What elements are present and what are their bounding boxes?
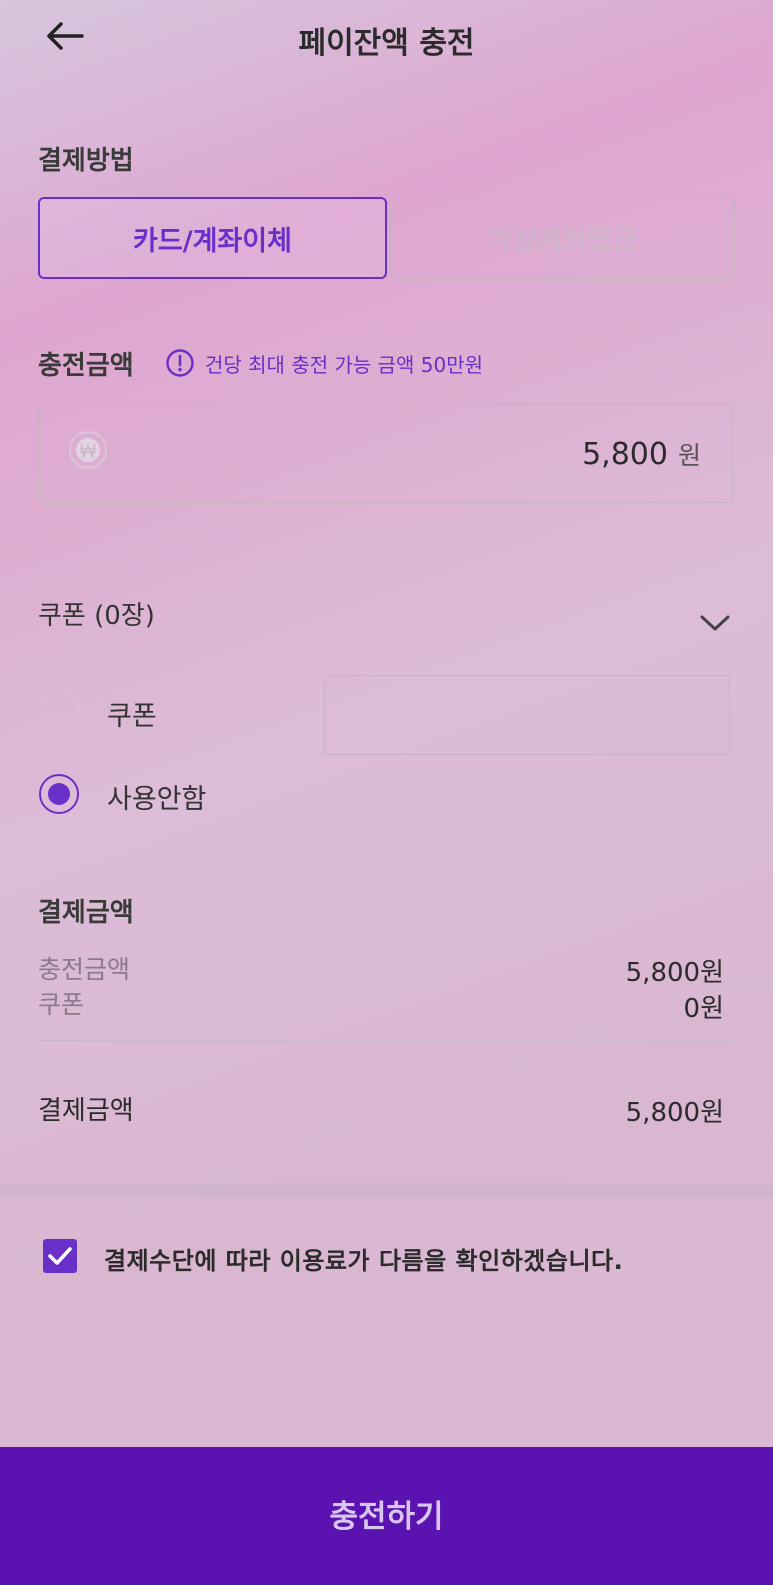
coupon-label: 쿠폰 (0장) <box>38 601 155 631</box>
radio-selected-dot <box>48 783 70 805</box>
charge-submit-button[interactable]: 충전하기 <box>0 1447 773 1585</box>
coupon-radio-label: 쿠폰 <box>107 701 157 732</box>
won-icon <box>69 431 107 469</box>
coupon-input[interactable] <box>324 675 730 755</box>
charge-submit-label: 충전하기 <box>329 1499 444 1535</box>
coupon-radio[interactable] <box>39 690 79 730</box>
checkmark-icon <box>48 1247 72 1265</box>
tab-card-transfer-label: 카드/계좌이체 <box>133 225 292 257</box>
summary-coupon-value: 0원 <box>683 994 724 1024</box>
tab-virtual-account-label: 가상계좌입금 <box>487 225 638 257</box>
summary-title: 결제금액 <box>38 898 134 928</box>
tab-card-transfer[interactable]: 카드/계좌이체 <box>38 197 387 279</box>
charge-amount-display: 5,800 원 <box>582 436 701 472</box>
total-label: 결제금액 <box>38 1096 134 1126</box>
chevron-down-icon[interactable] <box>698 612 732 634</box>
total-value: 5,800원 <box>625 1098 724 1128</box>
info-icon <box>166 349 194 377</box>
charge-amount-value: 5,800 <box>582 437 668 472</box>
summary-coupon-label: 쿠폰 <box>38 990 85 1019</box>
no-coupon-radio-label: 사용안함 <box>107 784 207 815</box>
no-coupon-radio[interactable] <box>39 774 79 814</box>
agreement-text: 결제수단에 따라 이용료가 다름을 확인하겠습니다. <box>104 1247 624 1275</box>
section-separator <box>0 1183 773 1197</box>
agreement-checkbox[interactable] <box>43 1239 77 1273</box>
max-amount-info: 건당 최대 충전 가능 금액 50만원 <box>165 348 483 378</box>
summary-charge-label: 충전금액 <box>38 955 131 984</box>
max-amount-text: 건당 최대 충전 가능 금액 50만원 <box>205 352 484 377</box>
page-title: 페이잔액 충전 <box>298 26 475 61</box>
charge-amount-label: 충전금액 <box>38 351 134 381</box>
payment-method-label: 결제방법 <box>38 146 134 176</box>
charge-amount-unit: 원 <box>677 441 701 470</box>
tab-virtual-account[interactable]: 가상계좌입금 <box>390 197 735 279</box>
summary-divider <box>38 1040 733 1041</box>
summary-charge-value: 5,800원 <box>625 958 724 988</box>
